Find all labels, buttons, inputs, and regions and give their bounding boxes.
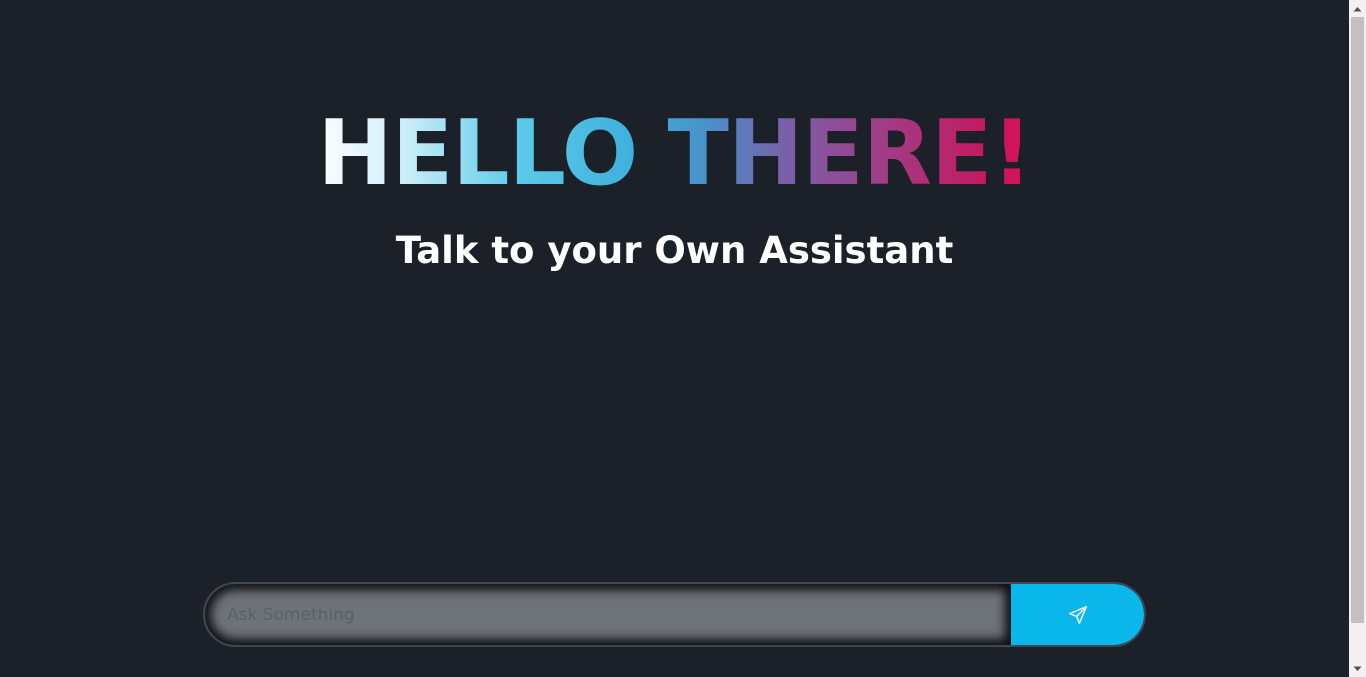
page: HELLO THERE! Talk to your Own Assistant [0,0,1349,677]
vertical-scrollbar[interactable] [1349,0,1366,677]
send-icon [1068,605,1087,624]
page-subtitle: Talk to your Own Assistant [395,229,954,272]
hero-title: HELLO THERE! [0,104,1349,204]
hero-title-text: HELLO THERE! [317,101,1032,206]
message-composer [203,582,1146,647]
message-input[interactable] [205,584,1011,645]
send-button[interactable] [1011,584,1144,645]
scroll-up-arrow-icon[interactable] [1349,0,1366,17]
scroll-down-arrow-icon[interactable] [1349,660,1366,677]
scrollbar-thumb[interactable] [1351,17,1364,623]
